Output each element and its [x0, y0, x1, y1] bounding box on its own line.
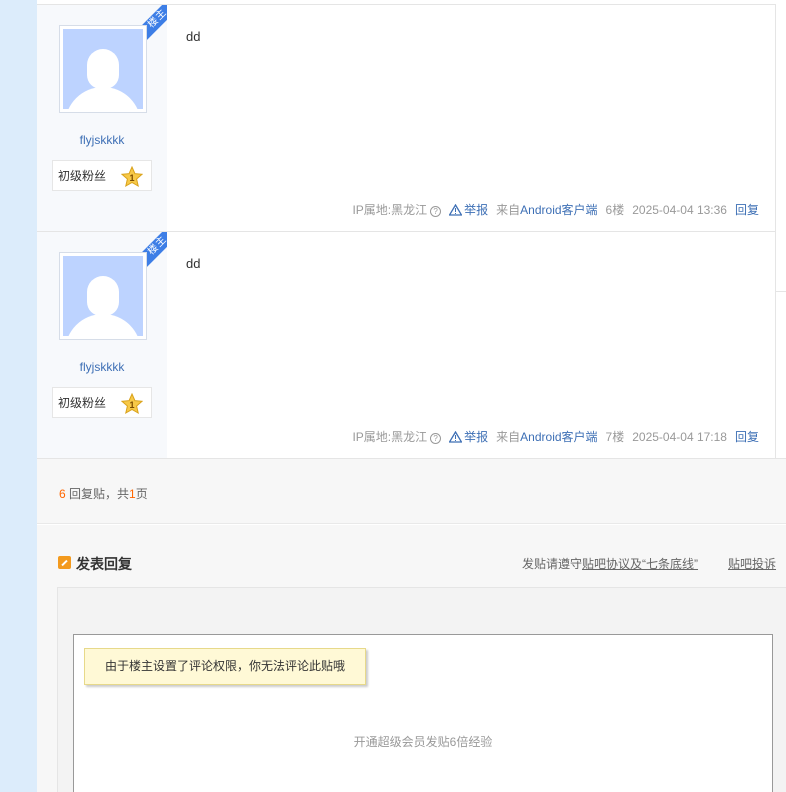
report-link[interactable]: 举报 [449, 428, 488, 445]
star-badge-icon: 1 [121, 393, 143, 415]
complain-link[interactable]: 贴吧投诉 [728, 555, 776, 572]
post-tail: IP属地:黑龙江? 举报 来自Android客户端 7楼 2025-04-04 … [344, 428, 759, 445]
reply-editor[interactable]: 由于楼主设置了评论权限，你无法评论此贴哦 开通超级会员发贴6倍经验 [73, 634, 773, 792]
level-badge[interactable]: 初级粉丝 1 [52, 387, 152, 418]
question-circle-icon[interactable]: ? [430, 206, 442, 217]
question-circle-icon[interactable]: ? [430, 433, 442, 444]
username-link[interactable]: flyjskkkk [37, 133, 167, 147]
reply-section: 发表回复 发贴请遵守贴吧协议及“七条底线” 贴吧投诉 由于楼主设置了评论权限，你… [37, 525, 786, 792]
report-link[interactable]: 举报 [449, 201, 488, 218]
post-source: 来自Android客户端 [496, 430, 598, 444]
author-column: 楼主 flyjskkkk 初级粉丝 1 [37, 5, 167, 231]
pager-summary: 6 回复贴，共1页 [59, 487, 148, 501]
reply-title: 发表回复 [76, 556, 132, 572]
edit-pencil-icon [58, 556, 71, 569]
editor-container: 由于楼主设置了评论权限，你无法评论此贴哦 开通超级会员发贴6倍经验 [57, 587, 786, 792]
avatar[interactable] [59, 25, 147, 113]
ip-location: IP属地:黑龙江? [352, 428, 442, 445]
post-time: 2025-04-04 17:18 [632, 429, 727, 444]
client-link[interactable]: Android客户端 [520, 430, 597, 444]
right-divider [776, 0, 786, 292]
warning-triangle-icon [449, 203, 463, 216]
floor-number: 6楼 [605, 203, 625, 217]
floor-number: 7楼 [605, 430, 625, 444]
post-floor-6: 楼主 flyjskkkk 初级粉丝 1 dd IP属地:黑龙江? 举报 来自An… [37, 4, 776, 231]
username-link[interactable]: flyjskkkk [37, 360, 167, 374]
post-tail: IP属地:黑龙江? 举报 来自Android客户端 6楼 2025-04-04 … [344, 201, 759, 218]
reply-rules: 发贴请遵守贴吧协议及“七条底线” [522, 557, 699, 571]
post-source: 来自Android客户端 [496, 203, 598, 217]
avatar[interactable] [59, 252, 147, 340]
reply-button[interactable]: 回复 [735, 201, 759, 218]
badge-level: 1 [129, 400, 134, 410]
pager-bar: 6 回复贴，共1页 [37, 458, 786, 524]
post-time: 2025-04-04 13:36 [632, 202, 727, 217]
badge-title: 初级粉丝 [58, 169, 107, 183]
author-column: 楼主 flyjskkkk 初级粉丝 1 [37, 232, 167, 458]
permission-tip: 由于楼主设置了评论权限，你无法评论此贴哦 [84, 648, 366, 685]
warning-triangle-icon [449, 430, 463, 443]
rules-link[interactable]: 贴吧协议及“七条底线” [582, 557, 698, 571]
ip-location: IP属地:黑龙江? [352, 201, 442, 218]
level-badge[interactable]: 初级粉丝 1 [52, 160, 152, 191]
reply-button[interactable]: 回复 [735, 428, 759, 445]
post-floor-7: 楼主 flyjskkkk 初级粉丝 1 dd IP属地:黑龙江? 举报 来自An… [37, 231, 776, 458]
thread-main: 楼主 flyjskkkk 初级粉丝 1 dd IP属地:黑龙江? 举报 来自An… [37, 0, 786, 792]
default-avatar-icon [63, 29, 143, 109]
client-link[interactable]: Android客户端 [520, 203, 597, 217]
page-count: 1 [129, 487, 136, 501]
badge-level: 1 [129, 173, 134, 183]
star-badge-icon: 1 [121, 166, 143, 188]
reply-count: 6 [59, 487, 66, 501]
default-avatar-icon [63, 256, 143, 336]
vip-tip: 开通超级会员发贴6倍经验 [353, 735, 493, 749]
post-content: dd [186, 29, 201, 44]
badge-title: 初级粉丝 [58, 396, 107, 410]
post-content: dd [186, 256, 201, 271]
